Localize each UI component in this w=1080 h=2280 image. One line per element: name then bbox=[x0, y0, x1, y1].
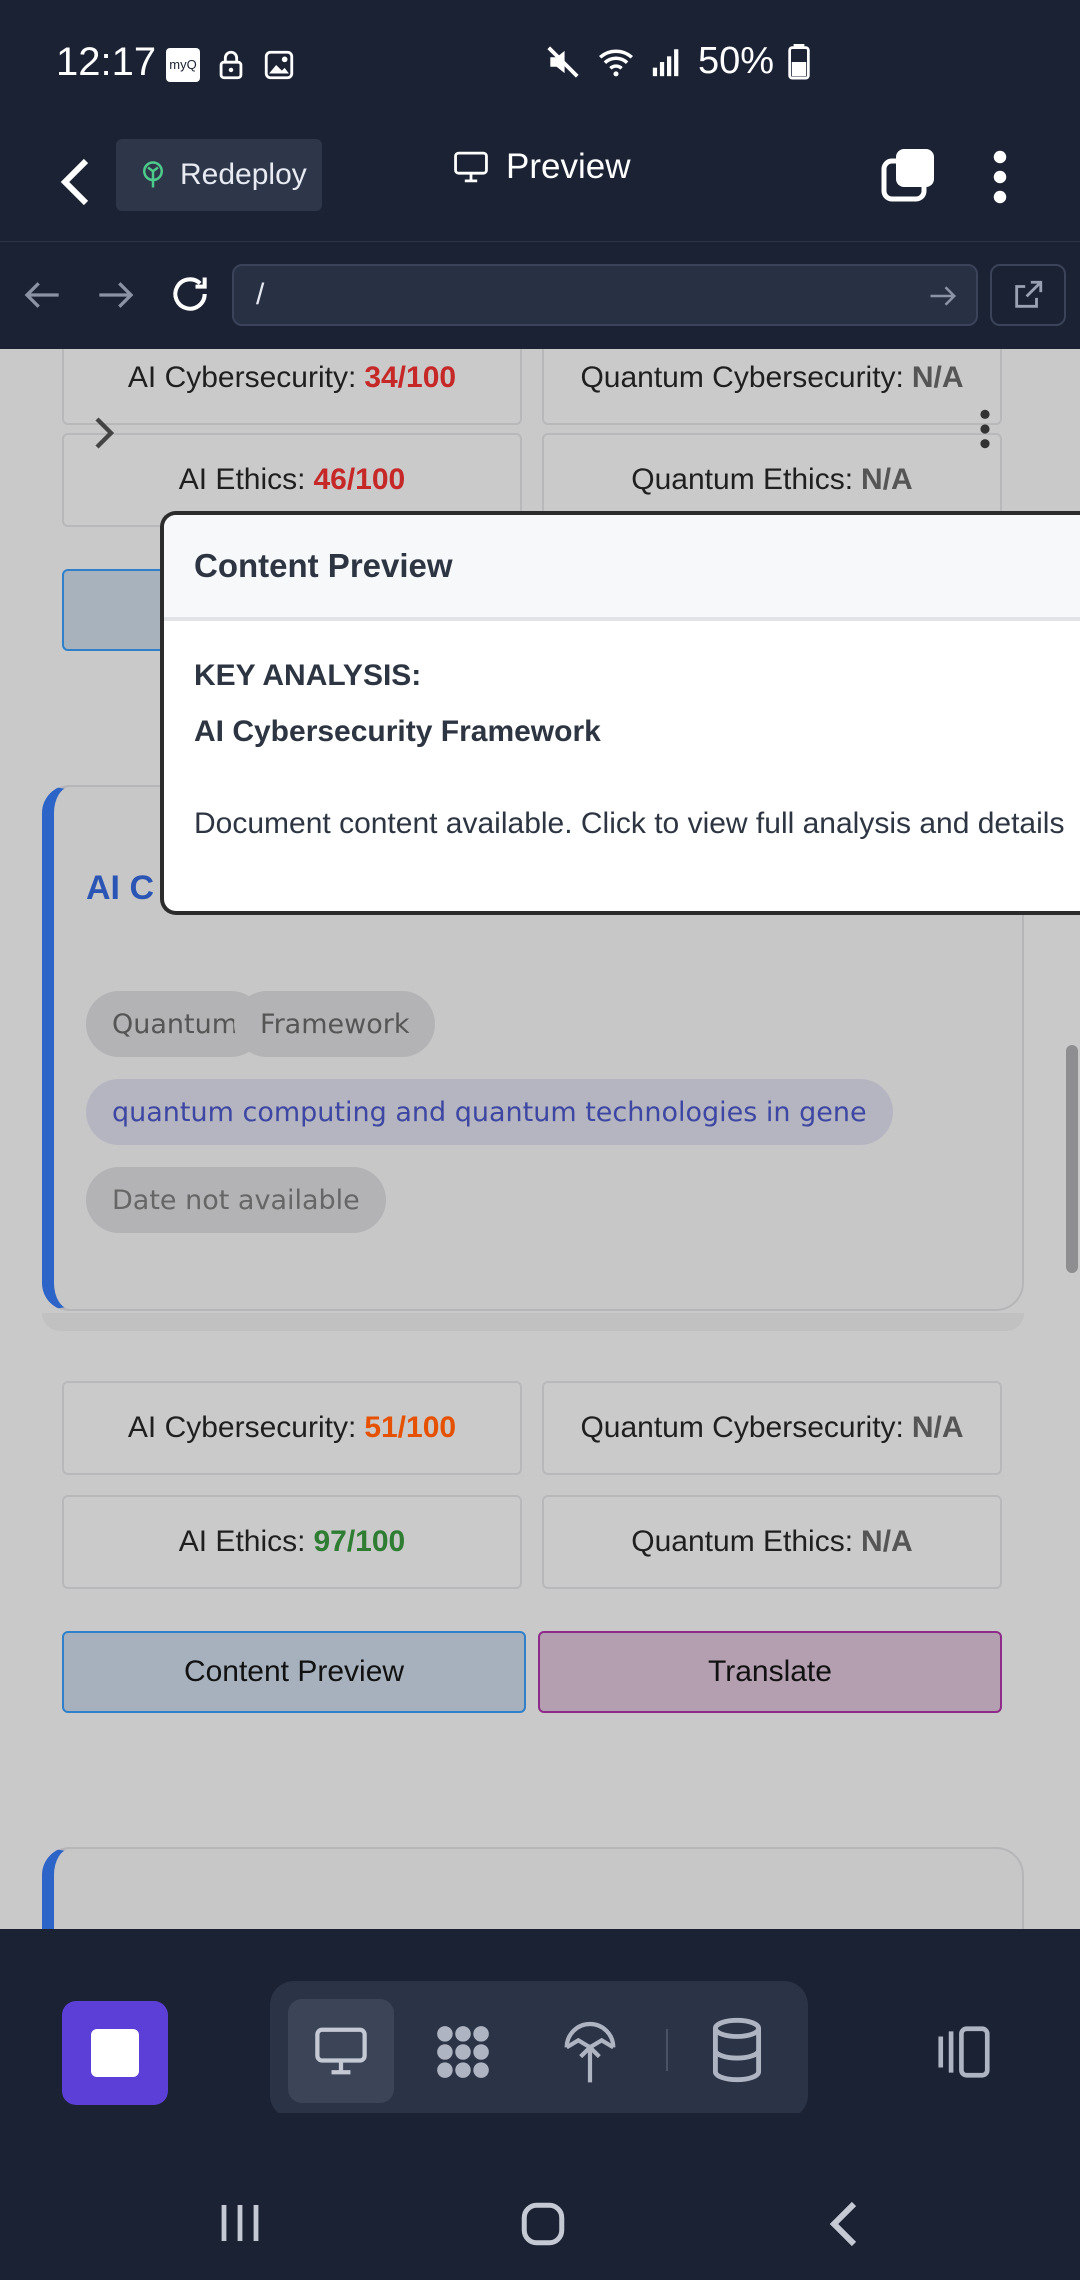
quantum-cyber-score-chip: Quantum Cybersecurity: N/A bbox=[542, 349, 1002, 425]
image-icon bbox=[264, 50, 294, 80]
score-label: AI Cybersecurity: bbox=[127, 361, 357, 394]
content-preview-modal: Content Preview KEY ANALYSIS: AI Cyberse… bbox=[160, 511, 1080, 915]
modal-heading: KEY ANALYSIS: bbox=[194, 659, 422, 692]
score-value: 97/100 bbox=[313, 1525, 406, 1558]
score-label: AI Cybersecurity: bbox=[127, 1411, 357, 1444]
app-header: Redeploy Preview bbox=[0, 125, 1080, 242]
external-link-icon bbox=[1015, 280, 1043, 308]
preview-view-button[interactable] bbox=[288, 1999, 394, 2103]
modal-body-text: Document content available. Click to vie… bbox=[194, 807, 1065, 840]
browser-url-bar: / bbox=[0, 242, 1080, 349]
modal-title: Content Preview bbox=[164, 515, 1080, 621]
open-external-button[interactable] bbox=[990, 264, 1066, 326]
content-preview-button[interactable]: Content Preview bbox=[62, 1631, 526, 1713]
back-arrow-icon[interactable] bbox=[56, 155, 92, 209]
kebab-menu-icon[interactable] bbox=[976, 407, 994, 451]
score-value: N/A bbox=[911, 1411, 964, 1444]
more-options-icon[interactable] bbox=[984, 147, 1016, 207]
card-title[interactable]: AI C bbox=[86, 869, 154, 908]
card-shadow bbox=[42, 1313, 1024, 1331]
preview-title-text: Preview bbox=[506, 147, 631, 186]
wifi-icon bbox=[598, 49, 633, 76]
tabs-icon[interactable] bbox=[880, 147, 936, 203]
url-value: / bbox=[256, 278, 265, 311]
preview-title: Preview bbox=[452, 147, 630, 187]
date-chip: Date not available bbox=[86, 1167, 386, 1233]
modal-subheading: AI Cybersecurity Framework bbox=[194, 715, 601, 748]
score-label: Quantum Ethics: bbox=[631, 463, 854, 496]
stop-icon bbox=[91, 2029, 139, 2077]
score-value: 51/100 bbox=[364, 1411, 457, 1444]
score-value: N/A bbox=[861, 463, 913, 496]
mute-icon bbox=[547, 45, 579, 78]
chevron-right-icon[interactable] bbox=[92, 415, 118, 451]
redeploy-button[interactable]: Redeploy bbox=[116, 139, 322, 211]
score-label: Quantum Cybersecurity: bbox=[580, 361, 904, 394]
system-nav-bar bbox=[0, 2113, 1080, 2280]
topic-chip: quantum computing and quantum technologi… bbox=[86, 1079, 893, 1145]
app-toolbar bbox=[0, 1943, 1080, 2145]
tag-chip: Framework bbox=[234, 991, 436, 1057]
ai-ethics-score-chip: AI Ethics: 97/100 bbox=[62, 1495, 522, 1589]
nav-back-icon[interactable] bbox=[22, 278, 62, 312]
myq-icon: myQ bbox=[166, 48, 200, 82]
scrollbar-thumb[interactable] bbox=[1066, 1045, 1078, 1273]
lock-icon bbox=[219, 50, 243, 80]
ai-cyber-score-chip: AI Cybersecurity: 34/100 bbox=[62, 349, 522, 425]
network-icon[interactable] bbox=[430, 2021, 496, 2083]
quantum-ethics-score-chip: Quantum Ethics: N/A bbox=[542, 1495, 1002, 1589]
battery-icon bbox=[788, 43, 810, 80]
score-value: 34/100 bbox=[364, 361, 457, 394]
document-card-next bbox=[42, 1847, 1024, 1929]
score-label: AI Ethics: bbox=[178, 463, 306, 496]
deploy-icon[interactable] bbox=[562, 2019, 618, 2085]
monitor-icon bbox=[454, 151, 488, 183]
stop-button[interactable] bbox=[62, 2001, 168, 2105]
battery-percent: 50% bbox=[697, 40, 774, 82]
url-input[interactable]: / bbox=[232, 264, 978, 326]
translate-button[interactable]: Translate bbox=[538, 1631, 1002, 1713]
database-icon[interactable] bbox=[710, 2017, 764, 2083]
score-value: N/A bbox=[861, 1525, 913, 1558]
status-time: 12:17 bbox=[56, 40, 157, 84]
score-label: Quantum Cybersecurity: bbox=[580, 1411, 904, 1444]
redeploy-icon bbox=[143, 161, 163, 188]
home-icon[interactable] bbox=[518, 2199, 568, 2249]
ai-cyber-score-chip: AI Cybersecurity: 51/100 bbox=[62, 1381, 522, 1475]
status-bar: 12:17 myQ 50% bbox=[0, 0, 1080, 125]
recent-apps-icon[interactable] bbox=[216, 2201, 264, 2245]
view-switcher bbox=[270, 1981, 808, 2119]
score-value: N/A bbox=[911, 361, 964, 394]
score-value: 46/100 bbox=[313, 463, 406, 496]
monitor-icon bbox=[315, 2027, 367, 2075]
quantum-cyber-score-chip: Quantum Cybersecurity: N/A bbox=[542, 1381, 1002, 1475]
layout-toggle-icon[interactable] bbox=[932, 2021, 996, 2083]
go-arrow-icon[interactable] bbox=[928, 282, 958, 310]
redeploy-label: Redeploy bbox=[180, 158, 307, 191]
reload-icon[interactable] bbox=[168, 272, 212, 316]
divider bbox=[666, 2029, 668, 2071]
score-label: AI Ethics: bbox=[178, 1525, 306, 1558]
system-back-icon[interactable] bbox=[826, 2199, 862, 2249]
signal-icon bbox=[652, 48, 679, 76]
score-label: Quantum Ethics: bbox=[631, 1525, 854, 1558]
nav-forward-icon[interactable] bbox=[96, 278, 136, 312]
status-right-group: 50% bbox=[544, 40, 810, 83]
